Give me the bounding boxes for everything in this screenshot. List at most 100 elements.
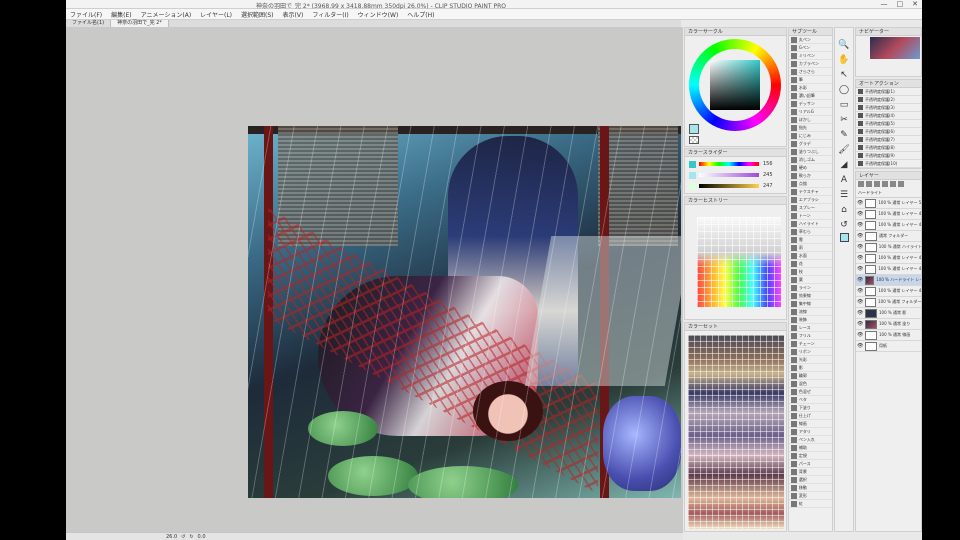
subtool-item[interactable]: 光彩 xyxy=(789,356,832,364)
subtool-item[interactable]: 花 xyxy=(789,260,832,268)
subtool-item[interactable]: トーン xyxy=(789,212,832,220)
visibility-eye-icon[interactable]: 👁 xyxy=(857,321,863,327)
subtool-item[interactable]: 補助 xyxy=(789,444,832,452)
subtool-item[interactable]: レース xyxy=(789,324,832,332)
rotate-reset-icon[interactable]: ↻ xyxy=(189,534,193,540)
tool-icon[interactable]: ✂ xyxy=(838,113,851,126)
layer-row[interactable]: 👁 100 % 通常 フォルダー 2 xyxy=(856,297,921,308)
layer-row[interactable]: 👁 100 % 通常 レイヤー 48 xyxy=(856,220,921,231)
hue-slider[interactable]: 156 xyxy=(689,160,782,168)
navigator-preview[interactable] xyxy=(870,37,920,59)
brightness-value[interactable]: 247 xyxy=(763,183,773,189)
hue-track[interactable] xyxy=(699,162,759,166)
subtool-item[interactable]: ペン入れ xyxy=(789,436,832,444)
subtool-item[interactable]: 選択 xyxy=(789,476,832,484)
transparent-color-swatch[interactable] xyxy=(689,136,699,144)
subtool-item[interactable]: ライン xyxy=(789,284,832,292)
subtool-item[interactable]: 下塗り xyxy=(789,404,832,412)
subtool-item[interactable]: リアルG xyxy=(789,108,832,116)
tool-icon[interactable]: ◯ xyxy=(838,83,851,96)
lock-layer-icon[interactable] xyxy=(890,181,896,187)
subtool-item[interactable]: 草むら xyxy=(789,228,832,236)
subtool-item[interactable]: 影 xyxy=(789,364,832,372)
new-layer-icon[interactable] xyxy=(858,181,864,187)
subtool-item[interactable]: 雨 xyxy=(789,244,832,252)
subtool-item[interactable]: デッサン xyxy=(789,100,832,108)
main-color-swatch[interactable] xyxy=(689,124,699,134)
color-history-grid[interactable] xyxy=(697,217,781,307)
tool-icon[interactable]: ▭ xyxy=(838,98,851,111)
current-color-swatch[interactable] xyxy=(839,233,849,242)
subtool-item[interactable]: 丸ペン xyxy=(789,36,832,44)
subtool-item[interactable]: ぼかし xyxy=(789,116,832,124)
subtool-item[interactable]: 仕上げ xyxy=(789,412,832,420)
layer-row[interactable]: 👁 100 % 通常 線画 xyxy=(856,330,921,341)
subtool-item[interactable]: 硬め xyxy=(789,164,832,172)
subtool-item[interactable]: 装飾 xyxy=(789,316,832,324)
auto-action-item[interactable]: 不透明度保護(2) xyxy=(856,96,921,104)
subtool-item[interactable]: 筆 xyxy=(789,76,832,84)
subtool-item[interactable]: リボン xyxy=(789,348,832,356)
subtool-item[interactable]: 点描 xyxy=(789,180,832,188)
subtool-item[interactable]: 水彩 xyxy=(789,84,832,92)
tool-icon[interactable]: ✎ xyxy=(838,128,851,141)
tool-icon[interactable]: 🖌 xyxy=(838,143,851,156)
subtool-item[interactable]: 移動 xyxy=(789,484,832,492)
subtool-item[interactable]: 色混ぜ xyxy=(789,388,832,396)
auto-action-item[interactable]: 不透明度保護(1) xyxy=(856,88,921,96)
subtool-item[interactable]: ミリペン xyxy=(789,52,832,60)
layer-row[interactable]: 👁 100 % ハードライト レイヤー 45 xyxy=(856,275,921,286)
visibility-eye-icon[interactable]: 👁 xyxy=(857,332,863,338)
tab-document-2[interactable]: 神奈の羽田で_完 2* xyxy=(111,20,169,27)
maximize-button[interactable]: □ xyxy=(897,0,904,9)
auto-action-item[interactable]: 不透明度保護(5) xyxy=(856,120,921,128)
tab-document-1[interactable]: ファイル名(1) xyxy=(66,20,112,27)
layer-row[interactable]: 👁 100 % 通常 ハイライト xyxy=(856,242,921,253)
layer-row[interactable]: 👁 100 % 通常 レイヤー 50 xyxy=(856,198,921,209)
auto-action-item[interactable]: 不透明度保護(3) xyxy=(856,104,921,112)
menu-window[interactable]: ウィンドウ(W) xyxy=(358,10,399,19)
auto-action-item[interactable]: 不透明度保護(6) xyxy=(856,128,921,136)
canvas-area[interactable] xyxy=(66,27,683,532)
saturation-track[interactable] xyxy=(699,173,759,177)
menu-help[interactable]: ヘルプ(H) xyxy=(407,10,434,19)
brightness-track[interactable] xyxy=(699,184,759,188)
menu-layer[interactable]: レイヤー(L) xyxy=(200,10,232,19)
subtool-item[interactable]: 塗りつぶし xyxy=(789,148,832,156)
subtool-item[interactable]: 葉 xyxy=(789,276,832,284)
saturation-slider[interactable]: 245 xyxy=(689,171,782,179)
menu-edit[interactable]: 編集(E) xyxy=(111,10,131,19)
artwork-canvas[interactable] xyxy=(248,126,681,498)
menu-view[interactable]: 表示(V) xyxy=(283,10,304,19)
menu-selection[interactable]: 選択範囲(S) xyxy=(241,10,274,19)
auto-action-item[interactable]: 不透明度保護(10) xyxy=(856,160,921,168)
position-value[interactable]: 0.0 xyxy=(198,534,206,540)
visibility-eye-icon[interactable]: 👁 xyxy=(857,266,863,272)
visibility-eye-icon[interactable]: 👁 xyxy=(857,222,863,228)
subtool-item[interactable]: 指先 xyxy=(789,124,832,132)
brightness-slider[interactable]: 247 xyxy=(689,182,782,190)
hue-ring[interactable] xyxy=(689,39,781,131)
subtool-item[interactable]: 集中線 xyxy=(789,300,832,308)
saturation-value[interactable]: 245 xyxy=(763,172,773,178)
lock-transparency-icon[interactable] xyxy=(898,181,904,187)
tool-icon[interactable]: 🔍 xyxy=(838,38,851,51)
hue-value[interactable]: 156 xyxy=(763,161,773,167)
subtool-item[interactable]: 輪郭 xyxy=(789,372,832,380)
subtool-item[interactable]: 定規 xyxy=(789,452,832,460)
subtool-item[interactable]: にじみ xyxy=(789,132,832,140)
layer-row[interactable]: 👁 100 % 通常 レイヤー 49 xyxy=(856,209,921,220)
subtool-item[interactable]: テクスチャ xyxy=(789,188,832,196)
rotate-icon[interactable]: ↺ xyxy=(181,534,185,540)
subtool-item[interactable]: カブラペン xyxy=(789,60,832,68)
subtool-item[interactable]: アタリ xyxy=(789,428,832,436)
subtool-item[interactable]: 虹 xyxy=(789,500,832,508)
auto-action-item[interactable]: 不透明度保護(4) xyxy=(856,112,921,120)
color-set-grid[interactable] xyxy=(688,335,784,529)
subtool-item[interactable]: グラデ xyxy=(789,140,832,148)
subtool-item[interactable]: エアブラシ xyxy=(789,196,832,204)
subtool-item[interactable]: 流線 xyxy=(789,308,832,316)
zoom-value[interactable]: 26.0 xyxy=(166,534,177,540)
layer-row[interactable]: 👁 用紙 xyxy=(856,341,921,352)
tool-icon[interactable]: ⌂ xyxy=(838,203,851,216)
